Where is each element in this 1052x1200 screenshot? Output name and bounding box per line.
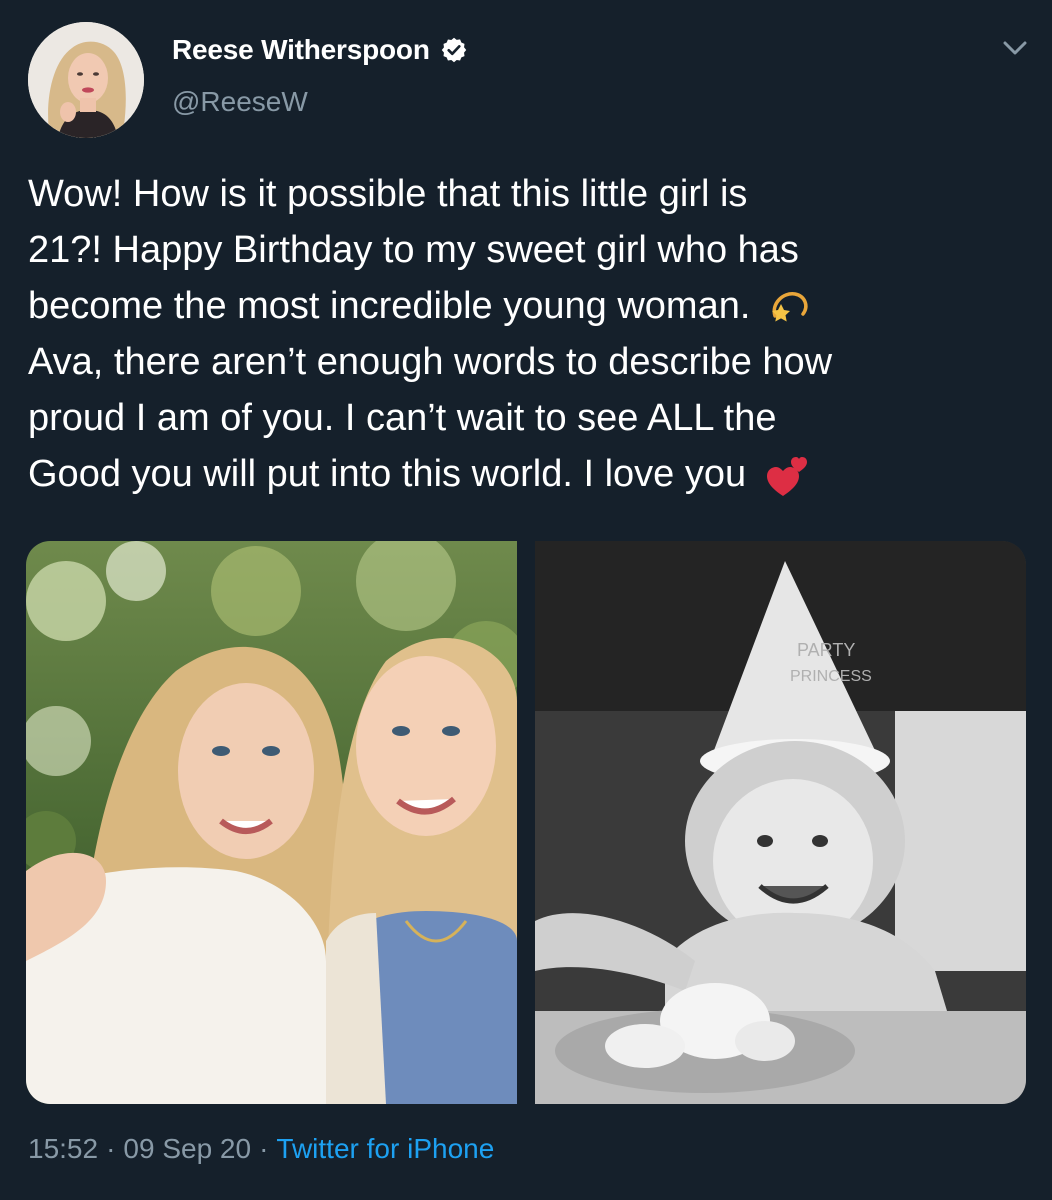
media-gallery: PARTY PRINCESS — [26, 541, 1026, 1104]
meta-separator: · — [106, 1133, 116, 1164]
two-hearts-emoji-icon — [766, 456, 807, 496]
tweet-line: become the most incredible young woman. — [28, 285, 751, 327]
tweet-text: Wow! How is it possible that this little… — [28, 166, 1028, 502]
photo-2[interactable]: PARTY PRINCESS — [535, 541, 1026, 1104]
avatar-image — [28, 22, 144, 138]
tweet-line: proud I am of you. I can’t wait to see A… — [28, 397, 777, 439]
dizzy-star-emoji-icon — [771, 292, 808, 322]
author-handle[interactable]: @ReeseW — [172, 86, 308, 118]
hat-text-party: PARTY — [797, 640, 855, 660]
tweet-source-link[interactable]: Twitter for iPhone — [276, 1133, 494, 1165]
author-name-row: Reese Witherspoon — [172, 30, 468, 70]
chevron-down-icon[interactable] — [1000, 36, 1030, 60]
tweet-line-with-emoji: become the most incredible young woman. — [28, 278, 1028, 334]
avatar[interactable] — [28, 22, 144, 138]
hat-text-princess: PRINCESS — [790, 668, 872, 685]
verified-badge-icon — [441, 37, 466, 63]
tweet-line-with-emoji: Good you will put into this world. I lov… — [28, 446, 1028, 502]
author-display-name[interactable]: Reese Witherspoon — [172, 34, 430, 66]
tweet-card: Reese Witherspoon @ReeseW Wow! How is it… — [0, 0, 1052, 1200]
photo-1-image — [26, 541, 517, 1104]
tweet-line: 21?! Happy Birthday to my sweet girl who… — [28, 229, 799, 271]
tweet-date[interactable]: 09 Sep 20 — [123, 1133, 251, 1165]
tweet-meta: 15:52 · 09 Sep 20 · Twitter for iPhone — [28, 1133, 494, 1165]
tweet-line: Wow! How is it possible that this little… — [28, 173, 748, 215]
tweet-line: Good you will put into this world. I lov… — [28, 453, 747, 495]
tweet-time[interactable]: 15:52 — [28, 1133, 98, 1165]
meta-separator: · — [259, 1133, 269, 1164]
photo-1[interactable] — [26, 541, 517, 1104]
photo-2-image: PARTY PRINCESS — [535, 541, 1026, 1104]
tweet-line: Ava, there aren’t enough words to descri… — [28, 341, 833, 383]
